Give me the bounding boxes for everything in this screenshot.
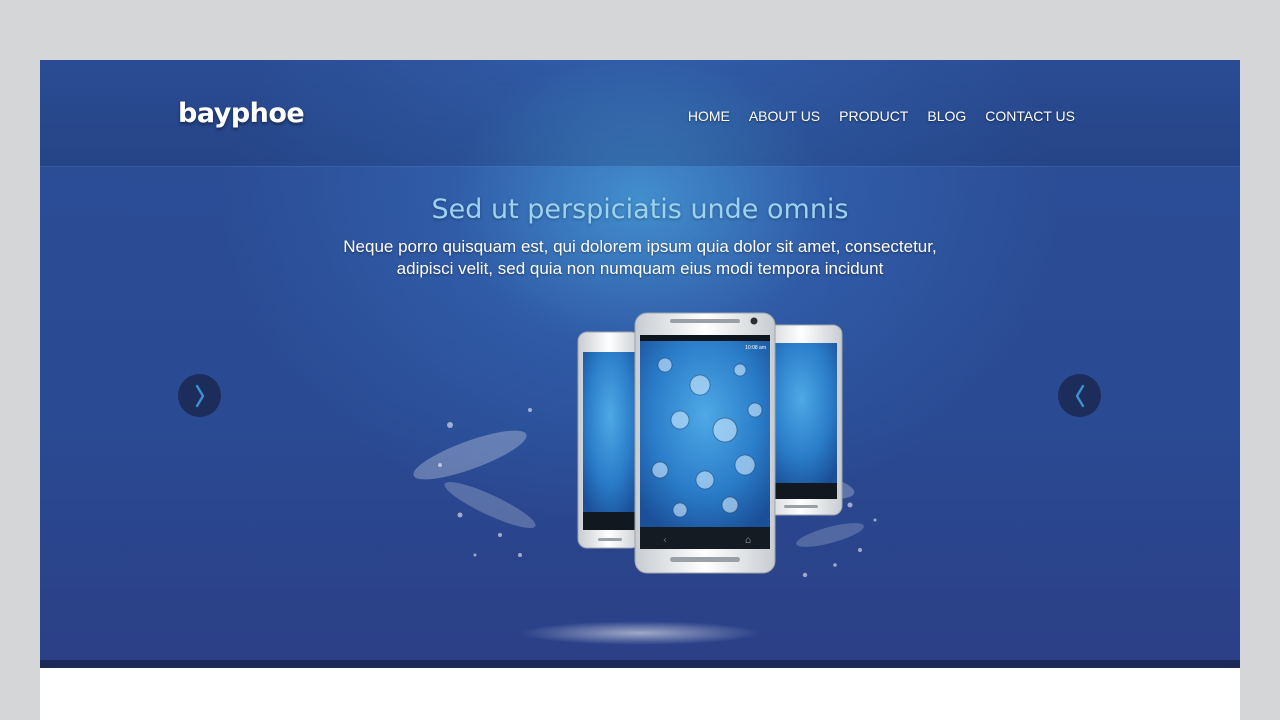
hero-headline: Sed ut perspiciatis unde omnis xyxy=(431,194,849,225)
phones-illustration: 10:08 am ‹ ⌂ xyxy=(413,312,877,645)
chevron-right-icon xyxy=(195,384,204,407)
nav-item-contact-us[interactable]: CONTACT US xyxy=(985,108,1075,124)
floor-glow xyxy=(520,621,760,645)
phone-left xyxy=(577,331,641,549)
phone-front: 10:08 am ‹ ⌂ xyxy=(634,312,776,574)
hero-subtext: Neque porro quisquam est, qui dolorem ip… xyxy=(280,236,1000,280)
chevron-left-icon xyxy=(1075,384,1084,407)
site-header: bayphoe HOME ABOUT US PRODUCT BLOG CONTA… xyxy=(40,60,1240,167)
page-canvas: bayphoe HOME ABOUT US PRODUCT BLOG CONTA… xyxy=(40,60,1240,720)
slider-prev-button[interactable] xyxy=(178,374,221,417)
svg-text:⌂: ⌂ xyxy=(745,535,751,546)
hero-subtext-line-2: adipisci velit, sed quia non numquam eiu… xyxy=(396,259,884,278)
nav-item-about-us[interactable]: ABOUT US xyxy=(749,108,820,124)
hero-bottom-bar xyxy=(40,660,1240,668)
nav-item-home[interactable]: HOME xyxy=(688,108,730,124)
hero-subtext-line-1: Neque porro quisquam est, qui dolorem ip… xyxy=(343,237,937,256)
hero-slider: bayphoe HOME ABOUT US PRODUCT BLOG CONTA… xyxy=(40,60,1240,668)
logo[interactable]: bayphoe xyxy=(178,98,305,129)
svg-text:‹: ‹ xyxy=(663,535,667,546)
slider-next-button[interactable] xyxy=(1058,374,1101,417)
main-nav: HOME ABOUT US PRODUCT BLOG CONTACT US xyxy=(688,108,1075,124)
nav-item-product[interactable]: PRODUCT xyxy=(839,108,908,124)
phone-status-time: 10:08 am xyxy=(745,345,766,351)
nav-item-blog[interactable]: BLOG xyxy=(927,108,966,124)
